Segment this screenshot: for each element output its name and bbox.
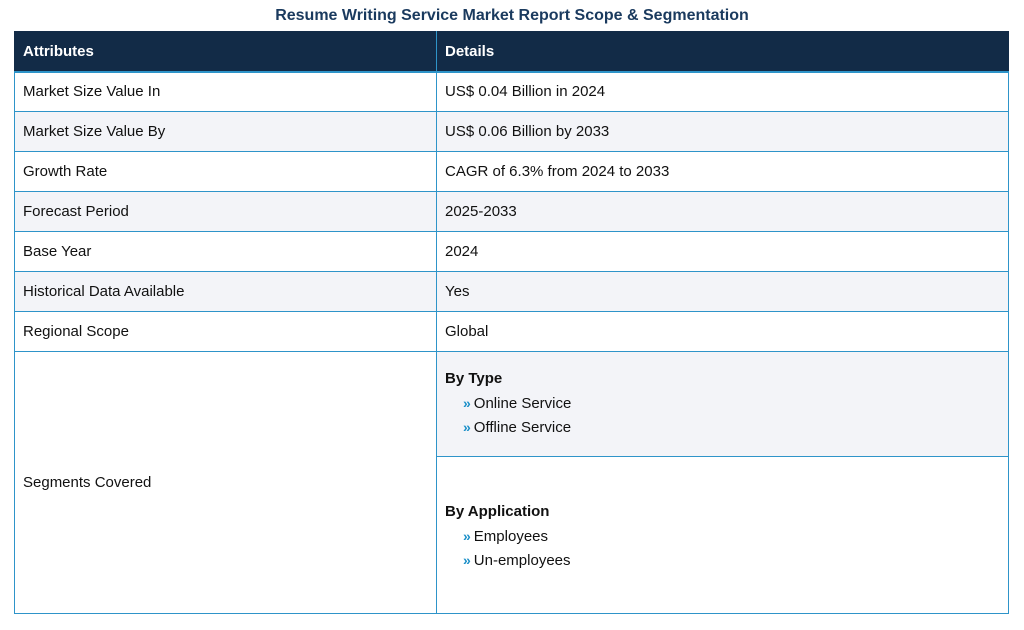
double-chevron-right-icon: » xyxy=(463,552,471,568)
segment-heading: By Application xyxy=(445,503,550,520)
detail-cell: 2025-2033 xyxy=(436,191,1009,232)
table-row: Historical Data Available Yes xyxy=(14,271,1009,312)
double-chevron-right-icon: » xyxy=(463,528,471,544)
table-row: Market Size Value In US$ 0.04 Billion in… xyxy=(14,71,1009,112)
header-attributes: Attributes xyxy=(14,31,437,73)
report-title: Resume Writing Service Market Report Sco… xyxy=(275,7,749,24)
attribute-cell: Base Year xyxy=(14,231,437,272)
segment-group-application: By Application » Employees » Un-employees xyxy=(436,456,1009,614)
table-row: Growth Rate CAGR of 6.3% from 2024 to 20… xyxy=(14,151,1009,192)
attribute-cell: Market Size Value By xyxy=(14,111,437,152)
detail-cell: US$ 0.06 Billion by 2033 xyxy=(436,111,1009,152)
list-item: » Employees xyxy=(463,524,1000,548)
detail-cell: US$ 0.04 Billion in 2024 xyxy=(436,71,1009,112)
segments-covered-cell: Segments Covered xyxy=(14,351,437,614)
segment-group-type: By Type » Online Service » Offline Service xyxy=(436,351,1009,457)
segment-item-label: Online Service xyxy=(473,395,572,412)
list-item: » Online Service xyxy=(463,391,1000,415)
table-row: Forecast Period 2025-2033 xyxy=(14,191,1009,232)
table-header-row: Attributes Details xyxy=(14,31,1009,73)
detail-cell: Yes xyxy=(436,271,1009,312)
segment-heading: By Type xyxy=(445,370,503,387)
attribute-cell: Regional Scope xyxy=(14,311,437,352)
page: Resume Writing Service Market Report Sco… xyxy=(0,0,1024,630)
detail-cell: 2024 xyxy=(436,231,1009,272)
table-row: Base Year 2024 xyxy=(14,231,1009,272)
report-scope-table: Attributes Details Market Size Value In … xyxy=(14,31,1009,614)
detail-cell: CAGR of 6.3% from 2024 to 2033 xyxy=(436,151,1009,192)
attribute-cell: Growth Rate xyxy=(14,151,437,192)
list-item: » Offline Service xyxy=(463,415,1000,439)
detail-cell: Global xyxy=(436,311,1009,352)
segment-item-label: Employees xyxy=(473,528,548,545)
table-row: Regional Scope Global xyxy=(14,311,1009,352)
list-item: » Un-employees xyxy=(463,548,1000,572)
segment-item-label: Un-employees xyxy=(473,552,571,569)
attribute-cell: Market Size Value In xyxy=(14,71,437,112)
attribute-cell: Forecast Period xyxy=(14,191,437,232)
segment-list: » Employees » Un-employees xyxy=(445,524,1000,572)
double-chevron-right-icon: » xyxy=(463,395,471,411)
header-details: Details xyxy=(436,31,1009,73)
attribute-cell: Historical Data Available xyxy=(14,271,437,312)
double-chevron-right-icon: » xyxy=(463,419,471,435)
table-row: Market Size Value By US$ 0.06 Billion by… xyxy=(14,111,1009,152)
segment-item-label: Offline Service xyxy=(473,419,572,436)
segments-row-type: Segments Covered By Type » Online Service… xyxy=(14,351,1009,614)
segment-list: » Online Service » Offline Service xyxy=(445,391,1000,439)
